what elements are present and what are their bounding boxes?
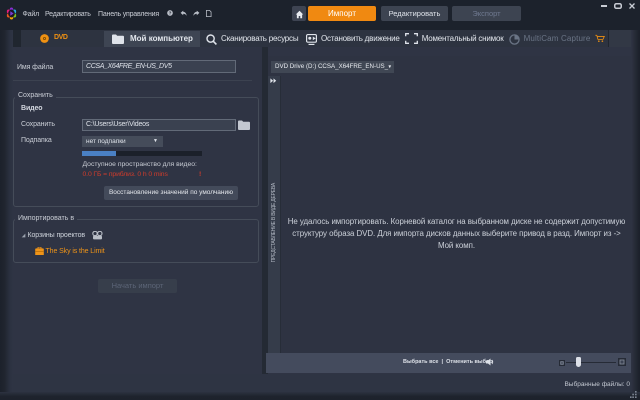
svg-text:?: ? (169, 11, 172, 16)
